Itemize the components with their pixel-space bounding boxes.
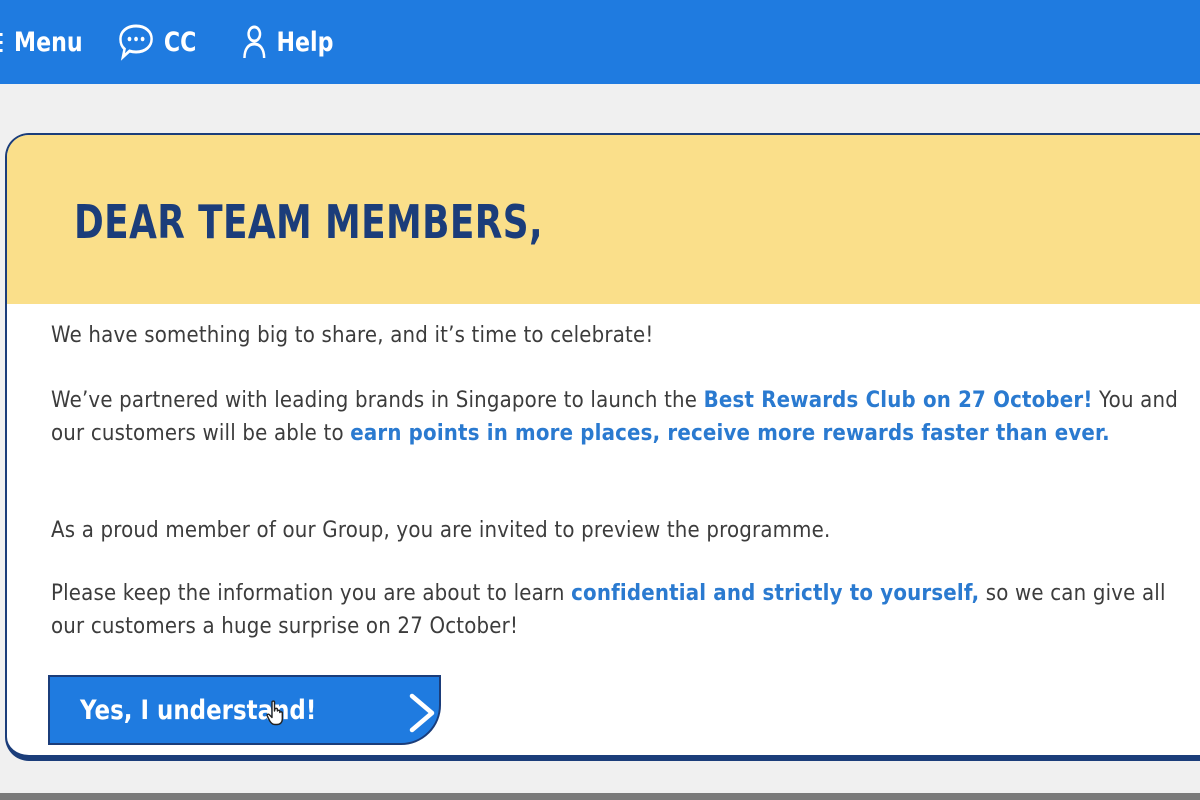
paragraph-text: We’ve partnered with leading brands in S…	[51, 388, 704, 413]
highlight-benefits: earn points in more places, receive more…	[350, 420, 1110, 446]
paragraph-intro: We have something big to share, and it’s…	[51, 323, 654, 348]
paragraph-confidential: Please keep the information you are abou…	[51, 578, 1192, 643]
paragraph-partnership: We’ve partnered with leading brands in S…	[51, 385, 1192, 450]
card-title: DEAR TEAM MEMBERS,	[74, 195, 544, 249]
paragraph-text: Please keep the information you are abou…	[51, 581, 572, 606]
highlight-confidential: confidential and strictly to yourself,	[571, 581, 980, 606]
highlight-launch-date: Best Rewards Club on 27 October!	[703, 388, 1093, 413]
hand-cursor-icon	[266, 700, 288, 730]
card-header: DEAR TEAM MEMBERS,	[7, 135, 1200, 304]
help-button[interactable]: Help	[242, 0, 333, 84]
understand-button[interactable]: Yes, I understand!	[48, 675, 441, 745]
cc-button[interactable]: CC	[118, 0, 196, 84]
cc-label: CC	[163, 26, 197, 58]
chevron-right-icon	[407, 693, 437, 737]
menu-icon	[0, 30, 4, 54]
top-navigation-bar: Menu CC Help	[0, 0, 1200, 84]
menu-label: Menu	[14, 26, 83, 58]
bottom-strip	[0, 793, 1200, 800]
help-label: Help	[276, 26, 334, 58]
paragraph-invite: As a proud member of our Group, you are …	[51, 518, 831, 543]
chat-bubble-icon	[118, 23, 154, 61]
announcement-card: DEAR TEAM MEMBERS, We have something big…	[5, 133, 1200, 761]
user-icon	[242, 24, 267, 60]
menu-button[interactable]: Menu	[0, 0, 83, 84]
